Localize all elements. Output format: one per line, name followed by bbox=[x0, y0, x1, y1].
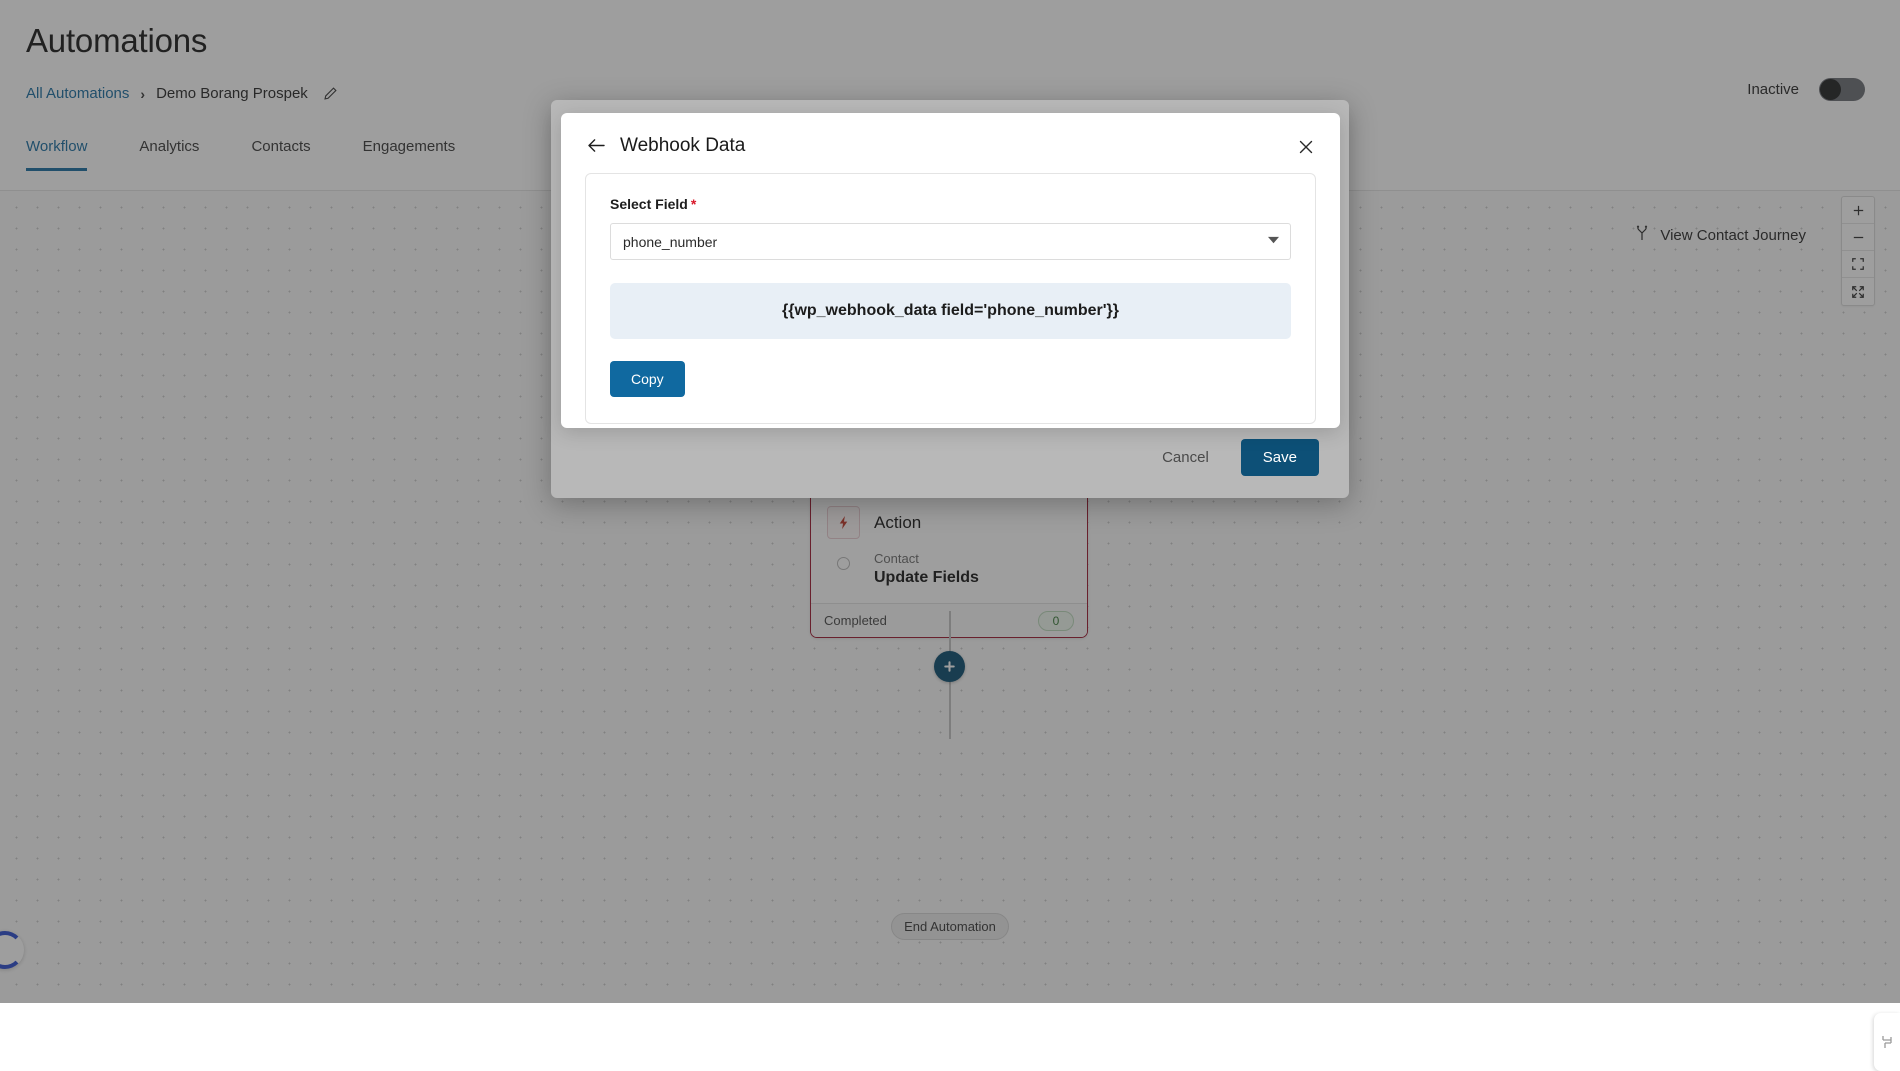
select-field-dropdown[interactable]: phone_number bbox=[610, 223, 1291, 260]
webhook-token-display[interactable]: {{wp_webhook_data field='phone_number'}} bbox=[610, 283, 1291, 339]
close-icon[interactable] bbox=[1292, 133, 1320, 161]
workflow-panel-handle[interactable] bbox=[1874, 1013, 1900, 1071]
select-field-label-text: Select Field bbox=[610, 196, 688, 212]
save-button[interactable]: Save bbox=[1241, 439, 1319, 476]
dialog-header: Webhook Data bbox=[561, 113, 1340, 171]
webhook-field-card: Select Field* phone_number {{wp_webhook_… bbox=[585, 173, 1316, 424]
dialog-title: Webhook Data bbox=[620, 135, 745, 157]
parent-dialog-footer: Cancel Save bbox=[551, 416, 1349, 498]
required-marker: * bbox=[691, 196, 696, 212]
chevron-down-icon bbox=[1268, 236, 1279, 247]
arrow-left-icon[interactable] bbox=[587, 136, 606, 157]
copy-button[interactable]: Copy bbox=[610, 361, 685, 397]
cancel-button[interactable]: Cancel bbox=[1156, 441, 1215, 474]
select-field-value: phone_number bbox=[623, 234, 717, 250]
select-field-label: Select Field* bbox=[610, 196, 1291, 212]
webhook-data-dialog: Webhook Data Select Field* phone_number … bbox=[561, 113, 1340, 428]
